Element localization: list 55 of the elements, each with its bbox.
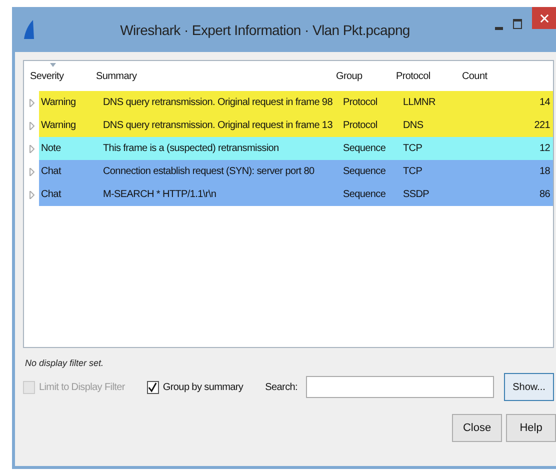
- table-cell-text: DNS: [402, 120, 424, 131]
- search-label: Search:: [265, 382, 298, 392]
- table-cell-text: Warning: [40, 97, 77, 108]
- group-summary-label: Group by summary: [162, 382, 244, 392]
- help-button[interactable]: Help: [506, 414, 556, 442]
- table-cell-text: Sequence: [342, 189, 387, 200]
- expand-icon[interactable]: [29, 190, 35, 198]
- table-cell-text: 18: [538, 166, 551, 177]
- search-field[interactable]: [306, 376, 494, 398]
- column-header[interactable]: Severity: [28, 70, 94, 82]
- close-icon: [540, 14, 548, 22]
- sort-icon: [50, 62, 56, 66]
- table-cell-text: 12: [538, 143, 551, 154]
- table-row[interactable]: Chat M-SEARCH * HTTP/1.1\r\n Sequence SSDP 86: [39, 183, 553, 206]
- group-summary-checkbox[interactable]: [146, 380, 159, 394]
- table-cell-text: Sequence: [342, 143, 387, 154]
- table-row[interactable]: Warning DNS query retransmission. Original request in frame 98 Protocol LLMNR 14: [39, 91, 553, 114]
- limit-filter-label: Limit to Display Filter: [39, 382, 125, 392]
- table-cell-text: Connection establish request (SYN): server port 80: [102, 166, 316, 177]
- close-button[interactable]: Close: [452, 414, 502, 442]
- table-cell-text: Sequence: [342, 166, 387, 177]
- maximize-icon[interactable]: [513, 19, 522, 29]
- table-cell-text: TCP: [402, 143, 424, 154]
- close-button[interactable]: [532, 7, 556, 29]
- table-cell-text: Chat: [40, 189, 62, 200]
- column-header[interactable]: Summary: [94, 70, 334, 82]
- fin-icon: [23, 20, 35, 40]
- table-cell-text: TCP: [402, 166, 424, 177]
- filter-status: No display filter set.: [25, 358, 105, 368]
- expand-icon[interactable]: [29, 98, 35, 106]
- table-cell-text: Chat: [40, 166, 62, 177]
- table-cell-text: Note: [40, 143, 62, 154]
- table-cell-text: M-SEARCH * HTTP/1.1\r\n: [102, 189, 218, 200]
- table-cell-text: 221: [533, 120, 551, 131]
- table-cell-text: Protocol: [342, 97, 378, 108]
- table-row[interactable]: Note This frame is a (suspected) retransmission Sequence TCP 12: [39, 137, 553, 160]
- show-button[interactable]: Show...: [504, 373, 554, 401]
- window-title: Wireshark · Expert Information · Vlan Pkt.pcapng: [119, 22, 411, 38]
- table-cell-text: DNS query retransmission. Original request in frame 13: [102, 120, 334, 131]
- table-row[interactable]: Chat Connection establish request (SYN): server port 80 Sequence TCP 18: [39, 160, 553, 183]
- expand-icon[interactable]: [29, 144, 35, 152]
- table-cell-text: 86: [538, 189, 551, 200]
- expand-icon[interactable]: [29, 122, 35, 130]
- table-cell-text: Protocol: [342, 120, 378, 131]
- table-cell-text: DNS query retransmission. Original request in frame 98: [102, 97, 334, 108]
- column-header[interactable]: Protocol: [394, 70, 460, 82]
- table-cell-text: LLMNR: [402, 97, 436, 108]
- column-header[interactable]: Group: [334, 70, 394, 82]
- table-cell-text: 14: [538, 97, 551, 108]
- table-cell-text: SSDP: [402, 189, 430, 200]
- table-row[interactable]: Warning DNS query retransmission. Original request in frame 13 Protocol DNS 221: [39, 114, 553, 137]
- expand-icon[interactable]: [29, 168, 35, 176]
- table-cell-text: This frame is a (suspected) retransmission: [102, 143, 280, 154]
- table-cell-text: Warning: [40, 120, 77, 131]
- column-header[interactable]: Count: [460, 70, 553, 82]
